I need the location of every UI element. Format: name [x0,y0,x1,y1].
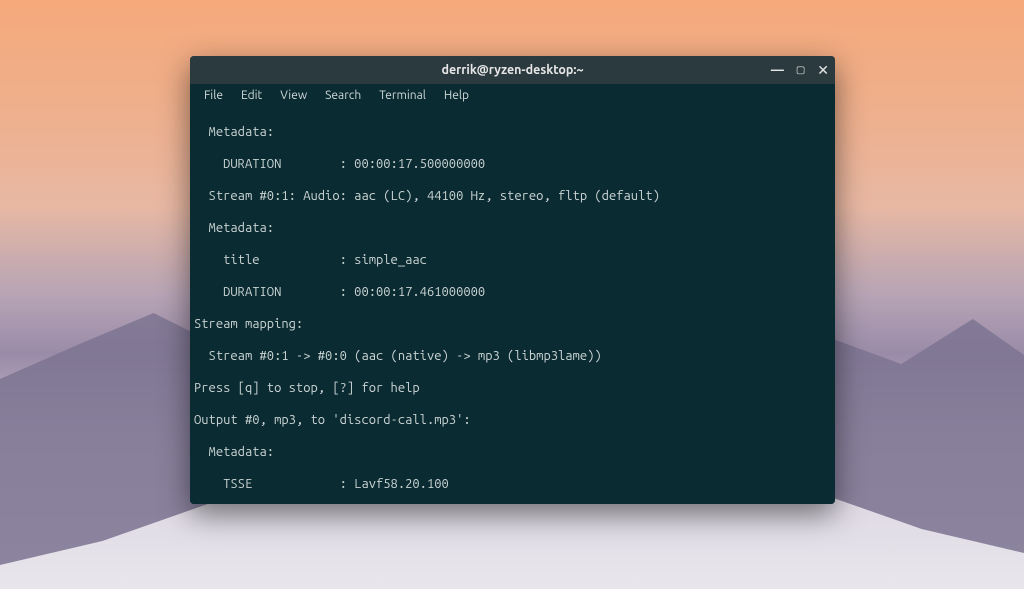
output-line: TSSE : Lavf58.20.100 [194,476,833,492]
output-line: Stream mapping: [194,316,833,332]
terminal-window: derrik@ryzen-desktop:~ — ▢ ✕ File Edit V… [190,56,835,504]
output-line: title : simple_aac [194,252,833,268]
output-line: Press [q] to stop, [?] for help [194,380,833,396]
window-controls: — ▢ ✕ [771,56,829,84]
output-line: Metadata: [194,124,833,140]
close-button[interactable]: ✕ [817,63,829,77]
output-line: Stream #0:1 -> #0:0 (aac (native) -> mp3… [194,348,833,364]
output-line: DURATION : 00:00:17.500000000 [194,156,833,172]
output-line: Output #0, mp3, to 'discord-call.mp3': [194,412,833,428]
terminal-body[interactable]: Metadata: DURATION : 00:00:17.500000000 … [190,106,835,504]
output-line: DURATION : 00:00:17.461000000 [194,284,833,300]
output-line: Metadata: [194,444,833,460]
menu-file[interactable]: File [196,87,231,104]
menu-terminal[interactable]: Terminal [371,87,434,104]
window-title: derrik@ryzen-desktop:~ [190,63,835,77]
menu-help[interactable]: Help [436,87,477,104]
menubar: File Edit View Search Terminal Help [190,84,835,106]
menu-edit[interactable]: Edit [233,87,270,104]
menu-view[interactable]: View [272,87,315,104]
output-line: Metadata: [194,220,833,236]
titlebar[interactable]: derrik@ryzen-desktop:~ — ▢ ✕ [190,56,835,84]
maximize-button[interactable]: ▢ [796,65,805,75]
output-line: Stream #0:1: Audio: aac (LC), 44100 Hz, … [194,188,833,204]
menu-search[interactable]: Search [317,87,369,104]
minimize-button[interactable]: — [771,64,784,77]
